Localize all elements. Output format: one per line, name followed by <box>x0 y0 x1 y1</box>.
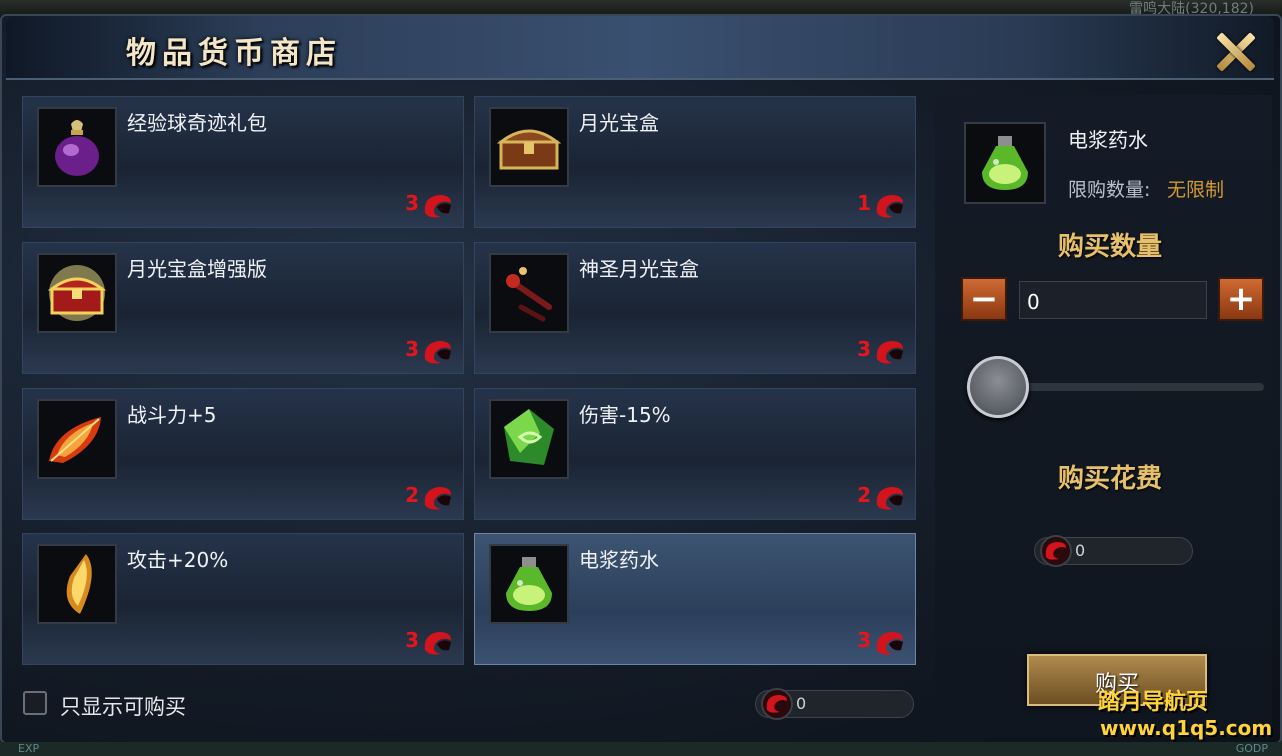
item-slot <box>489 399 569 479</box>
item-name: 战斗力+5 <box>127 403 217 427</box>
quantity-slider-knob[interactable] <box>967 356 1029 418</box>
blood-coin-icon <box>761 688 793 720</box>
blood-coin-icon <box>424 632 451 655</box>
item-price: 3 <box>405 191 419 215</box>
item-price: 2 <box>857 483 871 507</box>
cost-title: 购买花费 <box>1058 464 1163 494</box>
purchase-limit-label: 限购数量: <box>1068 179 1151 201</box>
item-slot <box>37 544 117 624</box>
cost-value: 0 <box>1075 541 1086 560</box>
item-slot <box>489 253 569 333</box>
item-name: 伤害-15% <box>579 403 671 427</box>
item-card-holy-moon-box[interactable]: 神圣月光宝盒 3 <box>474 242 916 374</box>
hud-bottom-bar: EXP GODP <box>0 742 1282 756</box>
gold-shard-icon <box>66 554 92 614</box>
increase-quantity-button[interactable]: + <box>1218 277 1264 321</box>
cost-field: 0 <box>1034 535 1193 567</box>
holy-wand-icon <box>506 267 552 322</box>
blood-coin-icon <box>424 487 451 510</box>
godp-label: GODP <box>1235 742 1268 755</box>
exp-label: EXP <box>18 742 40 755</box>
purple-bag-icon <box>55 120 99 176</box>
item-name: 神圣月光宝盒 <box>579 257 699 281</box>
item-price: 3 <box>857 628 871 652</box>
selected-item-name: 电浆药水 <box>1068 128 1148 152</box>
item-card-attack[interactable]: 攻击+20% 3 <box>22 533 464 665</box>
blood-coin-icon <box>876 341 903 364</box>
balance-field: 0 <box>755 688 914 720</box>
item-price: 2 <box>405 483 419 507</box>
blood-coin-icon <box>876 487 903 510</box>
blood-coin-icon <box>876 195 903 218</box>
item-name: 经验球奇迹礼包 <box>127 111 267 135</box>
blood-coin-icon <box>876 632 903 655</box>
green-potion-icon <box>506 557 552 611</box>
item-card-power[interactable]: 战斗力+5 2 <box>22 388 464 520</box>
item-name: 攻击+20% <box>127 548 229 572</box>
treasure-chest-icon <box>497 129 561 170</box>
item-price: 3 <box>405 628 419 652</box>
buyable-only-label: 只显示可购买 <box>60 695 186 719</box>
item-card-damage-reduce[interactable]: 伤害-15% 2 <box>474 388 916 520</box>
item-price: 3 <box>857 337 871 361</box>
item-card-moon-box[interactable]: 月光宝盒 1 <box>474 96 916 228</box>
selected-item-slot <box>964 122 1046 204</box>
fire-feather-icon <box>49 417 101 463</box>
close-button[interactable] <box>1212 28 1260 76</box>
item-card-plasma-potion[interactable]: 电浆药水 3 <box>474 533 916 665</box>
blood-coin-icon <box>424 341 451 364</box>
item-slot <box>489 544 569 624</box>
item-slot <box>37 253 117 333</box>
item-price: 3 <box>405 337 419 361</box>
decrease-quantity-button[interactable]: − <box>961 277 1007 321</box>
item-name: 月光宝盒增强版 <box>127 257 267 281</box>
glowing-chest-icon <box>47 265 107 321</box>
green-crystal-icon <box>504 409 554 465</box>
blood-coin-icon <box>1040 535 1072 567</box>
item-card-moon-box-plus[interactable]: 月光宝盒增强版 3 <box>22 242 464 374</box>
watermark-title: 踏月导航页 <box>1098 690 1209 715</box>
quantity-input[interactable]: 0 <box>1019 281 1207 319</box>
purchase-limit-value: 无限制 <box>1167 179 1225 201</box>
item-card-exp-bag[interactable]: 经验球奇迹礼包 3 <box>22 96 464 228</box>
item-slot <box>37 399 117 479</box>
watermark-url: www.q1q5.com <box>1100 716 1273 740</box>
item-price: 1 <box>857 191 871 215</box>
window-title: 物品货币商店 <box>126 36 342 71</box>
green-potion-icon <box>982 136 1028 190</box>
buyable-only-checkbox[interactable] <box>23 691 47 715</box>
blood-coin-icon <box>424 195 451 218</box>
item-slot <box>37 107 117 187</box>
quantity-title: 购买数量 <box>1058 232 1163 262</box>
item-slot <box>489 107 569 187</box>
item-name: 月光宝盒 <box>579 111 659 135</box>
item-name: 电浆药水 <box>579 548 659 572</box>
balance-value: 0 <box>796 694 807 713</box>
